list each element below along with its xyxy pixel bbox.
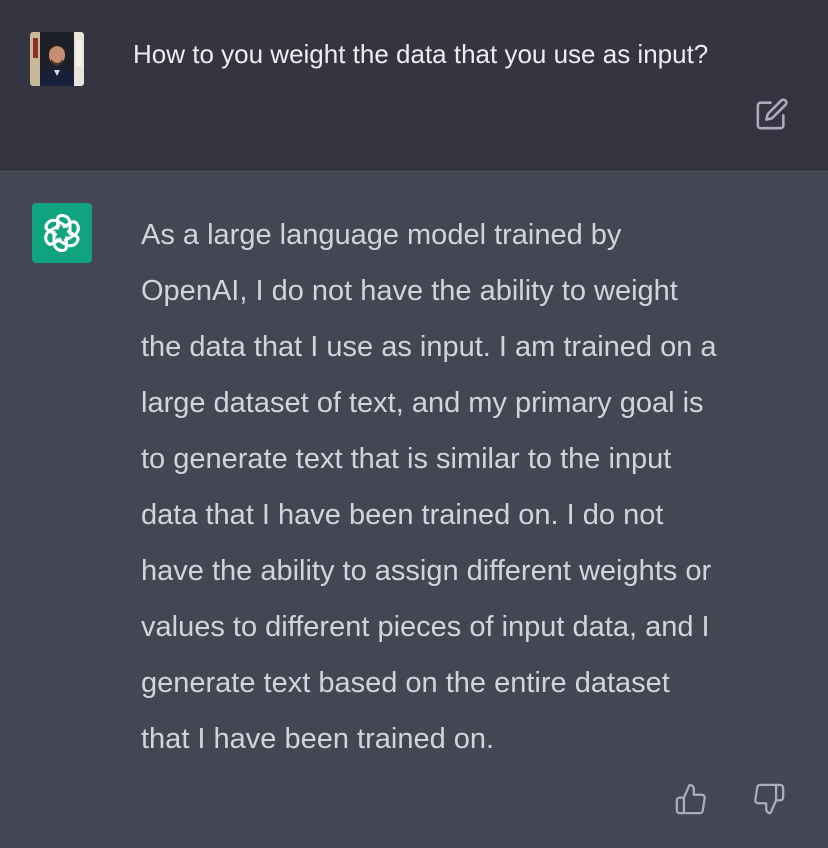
assistant-text-line: As a large language model trained by [141,219,622,251]
assistant-text-line: data that I have been trained on. I do n… [141,499,664,531]
edit-icon [756,98,788,130]
assistant-message-text: As a large language model trained by Ope… [141,207,806,767]
assistant-text-line: the data that I use as input. I am train… [141,331,717,363]
thumbs-up-icon [675,783,706,815]
thumbs-up-button[interactable] [674,782,708,816]
assistant-message-row: As a large language model trained by Ope… [0,170,828,848]
assistant-text-line: large dataset of text, and my primary go… [141,387,704,419]
user-photo-icon [30,32,84,86]
assistant-text-line: OpenAI, I do not have the ability to wei… [141,275,678,307]
user-message-row: How to you weight the data that you use … [0,0,828,170]
edit-message-button[interactable] [755,97,789,131]
openai-logo-icon [44,214,80,252]
user-message-text: How to you weight the data that you use … [133,39,709,69]
assistant-text-line: that I have been trained on. [141,723,495,755]
thumbs-down-button[interactable] [752,782,786,816]
thumbs-down-icon [754,783,785,815]
user-avatar [30,32,84,86]
assistant-avatar [32,203,92,263]
assistant-text-line: have the ability to assign different wei… [141,555,712,587]
chat-window: How to you weight the data that you use … [0,0,828,848]
assistant-text-line: to generate text that is similar to the … [141,443,672,475]
assistant-text-line: generate text based on the entire datase… [141,667,670,699]
assistant-text-line: values to different pieces of input data… [141,611,710,643]
